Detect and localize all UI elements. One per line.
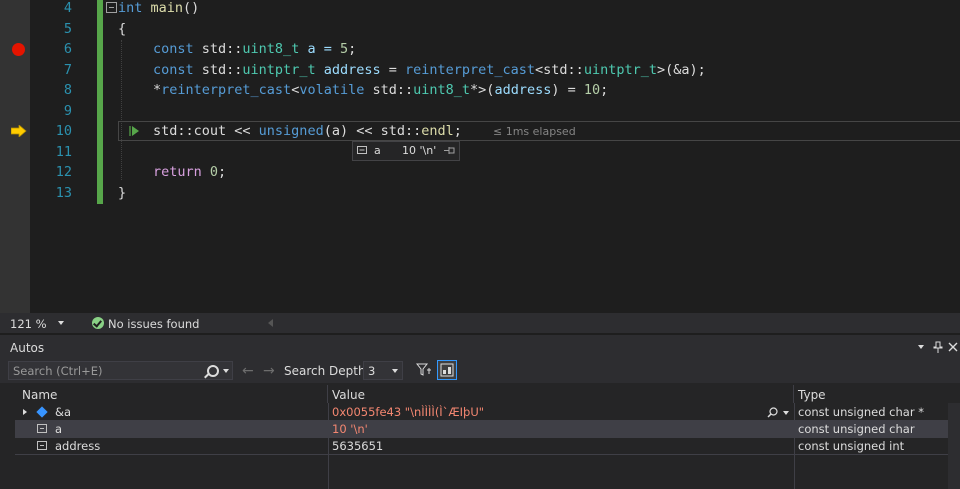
search-icon[interactable]	[207, 365, 219, 377]
line-number: 7	[63, 62, 72, 78]
editor-status-bar: 121 % No issues found	[0, 313, 960, 333]
pointer-variable-icon	[36, 406, 48, 418]
chevron-down-icon[interactable]	[223, 369, 229, 373]
search-input[interactable]: Search (Ctrl+E)	[8, 361, 233, 380]
check-circle-icon	[92, 317, 104, 329]
table-row[interactable]: address 5635651 const unsigned int	[15, 438, 948, 455]
line-number: 10	[55, 123, 72, 139]
column-divider[interactable]	[794, 403, 795, 489]
line-number: 4	[63, 0, 72, 16]
run-to-click-icon[interactable]	[129, 126, 139, 136]
datatip-name: a	[374, 144, 381, 157]
code-line-12[interactable]: return 0;	[153, 162, 226, 182]
issues-status[interactable]: No issues found	[108, 317, 199, 331]
row-value[interactable]: 10 '\n'	[332, 422, 368, 436]
code-line-10[interactable]: std::cout << unsigned(a) << std::endl;	[153, 121, 462, 141]
hex-icon	[440, 363, 454, 377]
code-line-5[interactable]: {	[118, 19, 126, 39]
filter-pin-icon[interactable]	[416, 362, 432, 378]
line-number: 11	[55, 144, 72, 160]
variable-icon	[357, 146, 367, 154]
change-tracking-bar	[97, 0, 103, 204]
row-name: a	[55, 422, 63, 436]
current-statement-arrow-icon[interactable]	[11, 125, 27, 137]
datatip[interactable]: a 10 '\n'	[352, 141, 460, 161]
autos-toolbar: Search (Ctrl+E) ← → Search Depth: 3	[0, 359, 960, 383]
pin-icon[interactable]	[444, 146, 456, 155]
code-editor[interactable]: 4 5 6 7 8 9 10 11 12 13 int main() { con…	[0, 0, 960, 313]
line-number: 12	[55, 164, 72, 180]
breakpoint-icon[interactable]	[12, 43, 25, 56]
row-name: address	[55, 439, 101, 453]
code-line-4[interactable]: int main()	[118, 0, 199, 18]
window-position-icon[interactable]	[918, 345, 924, 349]
autos-window: Autos Search (Ctrl+E) ← → Search Depth: …	[0, 335, 960, 489]
column-divider[interactable]	[328, 403, 329, 489]
code-line-6[interactable]: const std::uint8_t a = 5;	[153, 39, 356, 59]
line-number: 5	[63, 21, 72, 37]
column-header-value[interactable]: Value	[328, 385, 794, 403]
row-name: &a	[55, 405, 72, 419]
close-icon[interactable]	[948, 342, 958, 352]
search-depth-label: Search Depth:	[284, 364, 370, 378]
chevron-down-icon[interactable]	[783, 411, 789, 415]
search-placeholder: Search (Ctrl+E)	[13, 364, 103, 378]
panel-title: Autos	[10, 341, 45, 355]
row-value[interactable]: 5635651	[332, 439, 383, 453]
code-line-13[interactable]: }	[118, 183, 126, 203]
code-line-8[interactable]: *reinterpret_cast<volatile std::uint8_t*…	[153, 80, 608, 100]
panel-title-bar: Autos	[0, 335, 960, 359]
chevron-down-icon[interactable]	[392, 369, 398, 373]
zoom-level[interactable]: 121 %	[10, 317, 47, 331]
line-number: 9	[63, 103, 72, 119]
code-line-7[interactable]: const std::uintptr_t address = reinterpr…	[153, 60, 706, 80]
row-type: const unsigned char	[798, 422, 915, 436]
variable-icon	[37, 424, 47, 433]
back-arrow-icon[interactable]: ←	[242, 363, 254, 379]
hex-display-button[interactable]	[437, 360, 457, 380]
perf-tip[interactable]: ≤ 1ms elapsed	[493, 125, 576, 138]
variable-icon	[37, 441, 47, 450]
pin-icon[interactable]	[933, 341, 943, 353]
line-number: 6	[63, 41, 72, 57]
column-header-type[interactable]: Type	[794, 385, 948, 403]
line-number: 8	[63, 82, 72, 98]
expand-icon[interactable]	[23, 409, 27, 415]
row-value[interactable]: 0x0055fe43 "\nÌÌÌÌ(Ì`ÆIþU"	[332, 405, 484, 419]
indent-guide	[121, 40, 122, 180]
collapse-icon[interactable]	[106, 2, 117, 13]
column-header-name[interactable]: Name	[15, 385, 328, 403]
forward-arrow-icon[interactable]: →	[263, 363, 275, 379]
row-type: const unsigned int	[798, 439, 905, 453]
search-depth-select[interactable]: 3	[363, 361, 403, 380]
search-depth-value: 3	[368, 364, 376, 378]
datatip-value[interactable]: 10 '\n'	[402, 144, 436, 157]
table-row[interactable]: a 10 '\n' const unsigned char	[15, 421, 948, 438]
magnifier-icon[interactable]	[767, 407, 778, 418]
line-number: 13	[55, 185, 72, 201]
table-row[interactable]: &a 0x0055fe43 "\nÌÌÌÌ(Ì`ÆIþU" const unsi…	[15, 404, 948, 421]
scroll-left-icon[interactable]	[268, 319, 273, 327]
chevron-down-icon[interactable]	[58, 321, 64, 325]
row-type: const unsigned char *	[798, 405, 924, 419]
vertical-scrollbar[interactable]	[948, 403, 960, 489]
